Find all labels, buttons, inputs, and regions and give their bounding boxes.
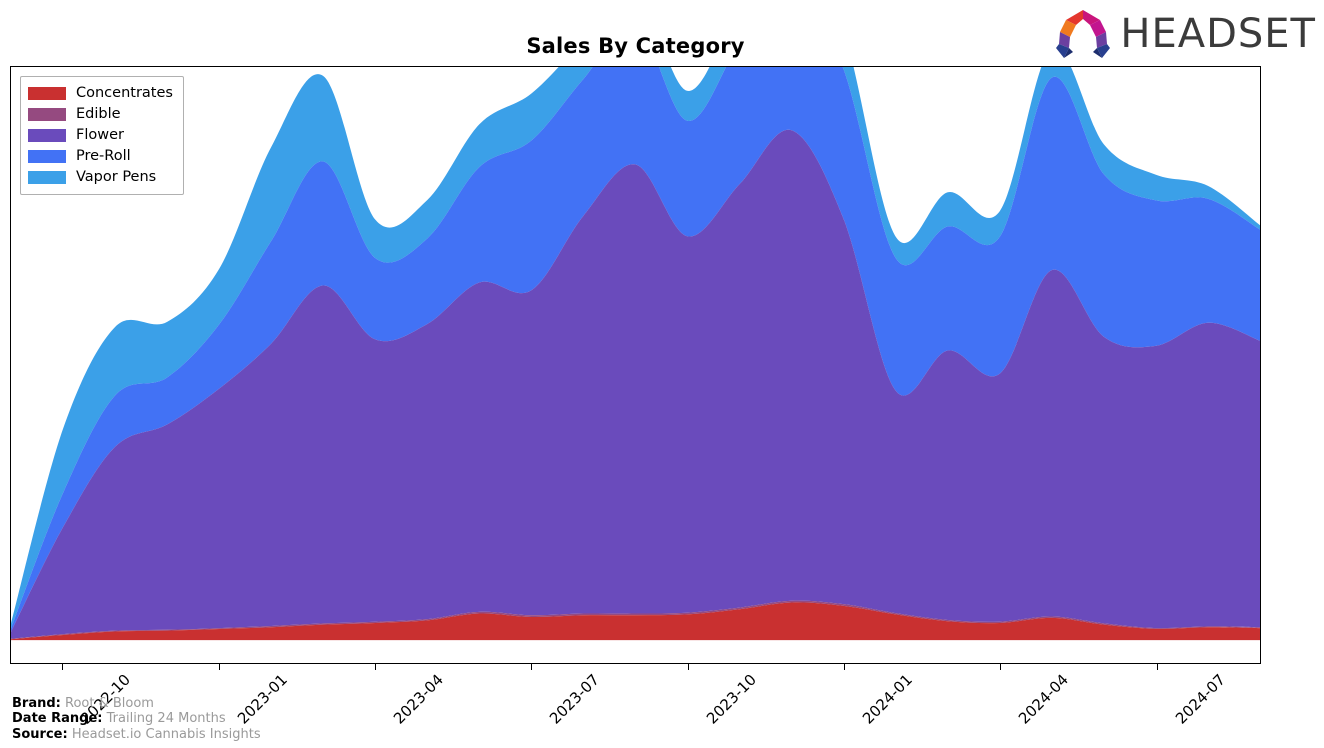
x-axis-tick-label: 2024-07: [1171, 670, 1229, 728]
chart-legend: Concentrates Edible Flower Pre-Roll Vapor Pe…: [20, 76, 184, 195]
footer-key-brand: Brand:: [12, 695, 61, 711]
x-axis-tick-mark: [62, 664, 64, 670]
footer-value-source: Headset.io Cannabis Insights: [71, 726, 261, 742]
legend-swatch-icon: [28, 108, 66, 121]
legend-swatch-icon: [28, 129, 66, 142]
headset-arch-logo-icon: [1056, 10, 1111, 58]
chart-page: Sales By Category HEADSET Concentrates Ed…: [0, 0, 1324, 748]
x-axis-tick-label: 2024-04: [1015, 670, 1073, 728]
x-axis-tick-mark: [687, 664, 689, 670]
legend-swatch-icon: [28, 171, 66, 184]
footer-row-brand: Brand: Root & Bloom: [12, 696, 261, 712]
legend-item-flower[interactable]: Flower: [28, 125, 173, 146]
footer-value-date-range: Trailing 24 Months: [106, 711, 226, 726]
logo-wordmark: HEADSET: [1120, 11, 1316, 57]
plot-area: Concentrates Edible Flower Pre-Roll Vapor Pe…: [10, 66, 1261, 664]
x-axis-tick-label: 2023-04: [389, 670, 447, 728]
x-axis-tick-mark: [531, 664, 533, 670]
legend-item-label: Flower: [76, 127, 124, 144]
headset-logo: HEADSET: [1052, 8, 1316, 60]
x-axis-tick-mark: [1156, 664, 1158, 670]
footer-key-date-range: Date Range:: [12, 711, 103, 726]
x-axis-tick-mark: [218, 664, 220, 670]
x-axis-tick-label: 2024-01: [858, 670, 917, 728]
legend-swatch-icon: [28, 87, 66, 100]
legend-item-label: Vapor Pens: [76, 169, 157, 186]
chart-footer: Brand: Root & Bloom Date Range: Trailing…: [12, 696, 261, 743]
footer-row-date-range: Date Range: Trailing 24 Months: [12, 711, 261, 727]
legend-item-label: Edible: [76, 106, 121, 123]
legend-item-label: Concentrates: [76, 85, 173, 102]
footer-value-brand: Root & Bloom: [65, 695, 154, 711]
footer-row-source: Source: Headset.io Cannabis Insights: [12, 727, 261, 743]
stacked-area-chart: [11, 67, 1260, 641]
legend-item-concentrates[interactable]: Concentrates: [28, 83, 173, 104]
x-axis-tick-mark: [1000, 664, 1002, 670]
legend-item-label: Pre-Roll: [76, 148, 131, 165]
legend-item-vapor-pens[interactable]: Vapor Pens: [28, 167, 173, 188]
x-axis-tick-label: 2023-07: [546, 670, 604, 728]
x-axis-tick-label: 2023-10: [702, 670, 760, 728]
legend-swatch-icon: [28, 150, 66, 163]
x-axis-tick-mark: [844, 664, 845, 670]
x-axis-tick-mark: [374, 664, 376, 670]
footer-key-source: Source:: [12, 726, 68, 742]
legend-item-edible[interactable]: Edible: [28, 104, 173, 125]
legend-item-pre-roll[interactable]: Pre-Roll: [28, 146, 173, 167]
